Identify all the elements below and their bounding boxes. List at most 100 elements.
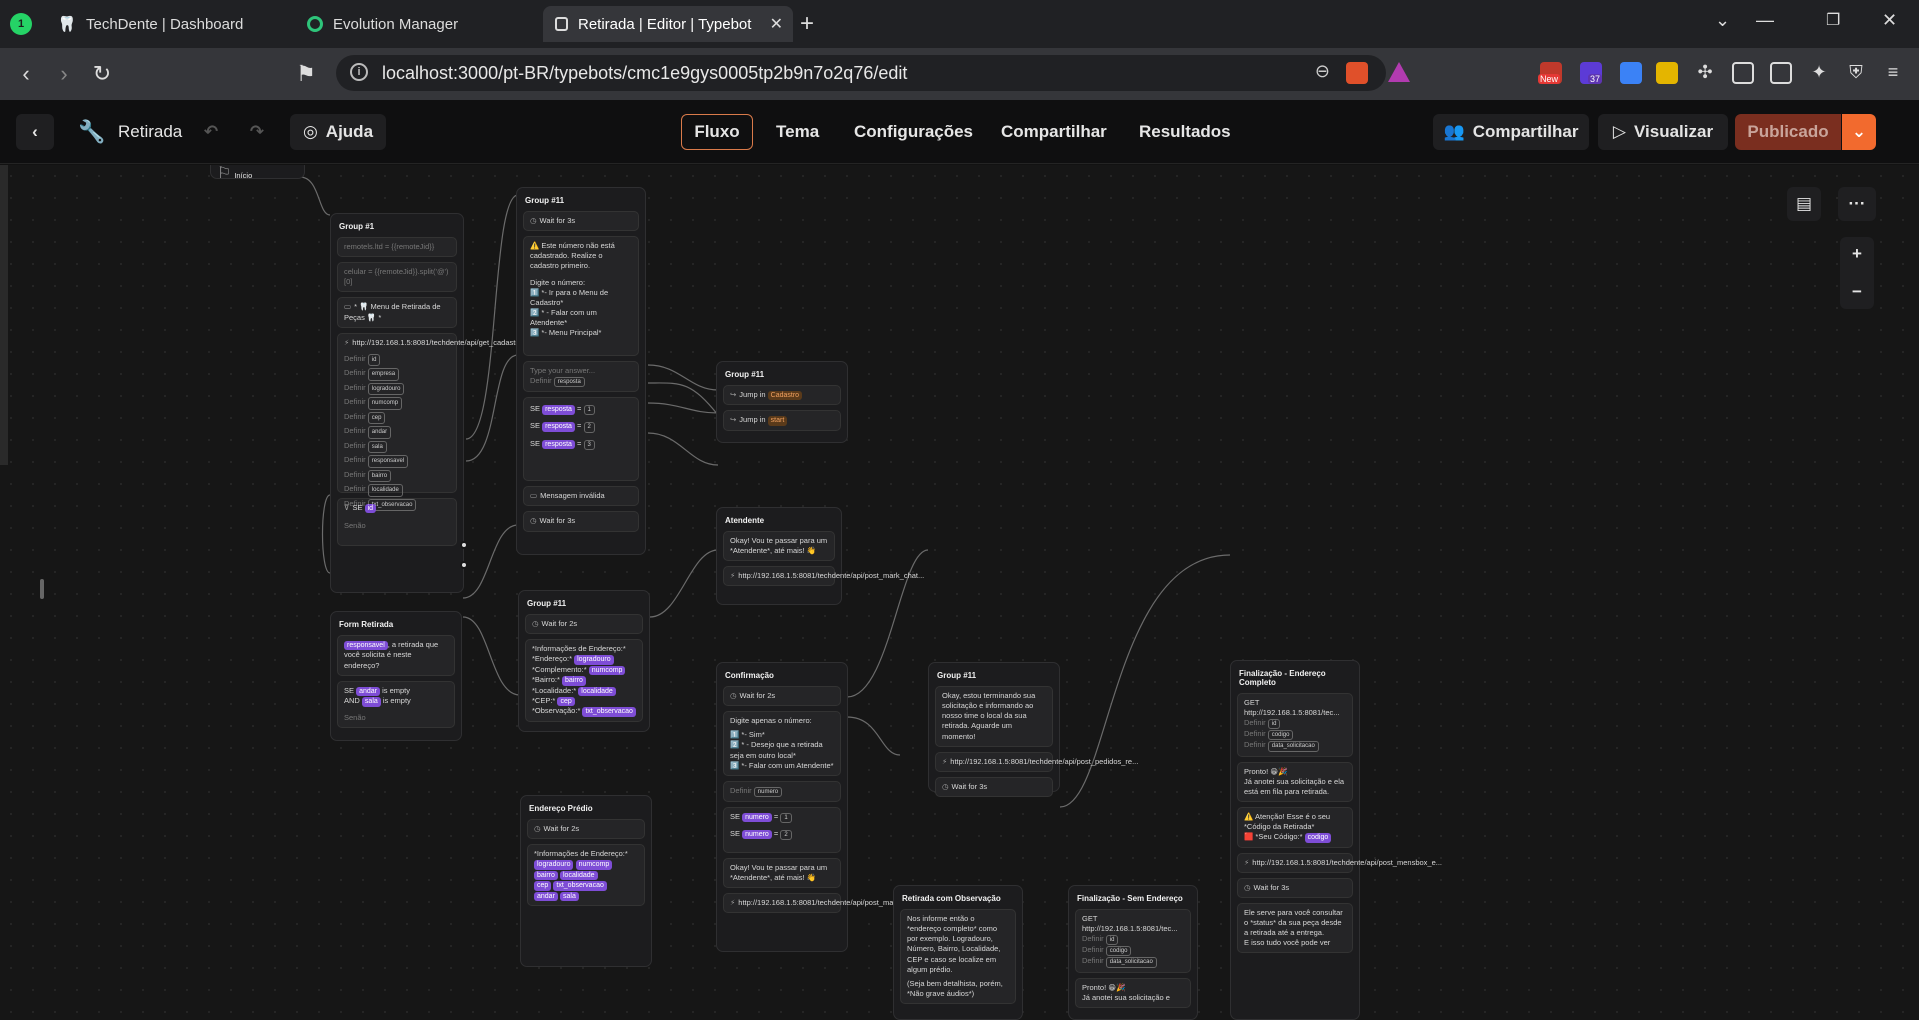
wait-block[interactable]: ◷ Wait for 3s [1237,877,1353,898]
text-bubble-block[interactable]: *Informações de Endereço:* *Endereço:* l… [525,639,643,722]
vpn-icon[interactable]: ⛨ [1845,62,1867,84]
preview-button[interactable]: ▷ Visualizar [1598,114,1728,150]
extension-new-icon[interactable]: New [1538,62,1562,84]
extensions-puzzle-icon[interactable]: ✣ [1694,62,1716,84]
zoom-icon[interactable]: ⊖ [1315,61,1330,82]
restore-icon[interactable]: ❐ [1826,10,1840,30]
flow-canvas[interactable]: ⚐ Início Group #1 remotels.ltd = {{remote… [0,165,1919,1020]
wallet-icon[interactable] [1770,62,1792,84]
forward-icon[interactable]: › [50,60,78,88]
new-tab-icon[interactable]: + [800,10,814,38]
text-bubble-block[interactable]: ⚠️ Atenção! Esse é o seu *Código da Reti… [1237,806,1353,848]
document-icon[interactable]: ▤ [1787,187,1821,221]
undo-icon[interactable]: ↶ [194,114,228,150]
wait-block[interactable]: ◷ Wait for 2s [527,819,645,840]
bookmark-icon[interactable]: ⚑ [292,60,320,88]
leo-ai-icon[interactable]: ✦ [1808,62,1830,84]
group-finalizacao-completo[interactable]: Finalização - Endereço Completo GET http… [1230,660,1442,1020]
zoom-controls[interactable]: + − [1840,237,1874,309]
reload-icon[interactable]: ↻ [88,60,116,88]
tab-search-icon[interactable]: ⌄ [1715,10,1730,31]
text-bubble-block[interactable]: ▭ * 🦷 Menu de Retirada de Peças 🦷 * [337,297,457,328]
webhook-block[interactable]: ⚡ http://192.168.1.5:8081/techdente/api/p… [723,566,924,587]
group-11-finish[interactable]: Group #11 Okay, estou terminando sua sol… [928,662,1138,797]
wait-block[interactable]: ◷ Wait for 3s [935,776,1053,797]
jump-block[interactable]: ↪ Jump in start [723,410,841,431]
publish-button[interactable]: Publicado [1735,114,1841,150]
group-confirmacao[interactable]: Confirmação ◷ Wait for 2s Digite apenas o… [716,662,924,952]
zoom-in-icon[interactable]: + [1852,244,1862,264]
webhook-block[interactable]: ⚡ http://192.168.1.5:8081/techdente/api/g… [337,332,539,512]
wait-block[interactable]: ◷ Wait for 3s [523,511,639,532]
set-variable-block[interactable]: celular = {{remoteJid}}.split('@')[0] [337,262,457,293]
back-button[interactable]: ‹ [16,114,54,150]
text-bubble-block[interactable]: Okay! Vou te passar para um *Atendente*,… [723,857,841,889]
brave-rewards-icon[interactable] [1388,62,1410,82]
group-endereco-predio[interactable]: Endereço Prédio ◷ Wait for 2s *Informaçõe… [520,795,652,967]
tab-evolution[interactable]: Evolution Manager [295,6,540,42]
group-retirada-observacao[interactable]: Retirada com Observação Nos informe entã… [893,885,1023,1020]
start-node[interactable]: ⚐ Início [210,165,305,182]
group-1[interactable]: Group #1 remotels.ltd = {{remoteJid}} ce… [330,213,539,593]
group-11-info[interactable]: Group #11 ◷ Wait for 2s *Informações de E… [518,590,650,732]
extension-docs-icon[interactable] [1620,62,1642,84]
whatsapp-profile-icon[interactable]: 1 [10,13,32,35]
text-bubble-block[interactable]: responsavel, a retirada que você solicit… [337,635,455,676]
site-info-icon[interactable]: i [350,63,368,81]
text-bubble-block[interactable]: Nos informe então o *endereço completo* … [900,909,1016,1004]
text-input-block[interactable]: Type your answer... Definir resposta [523,361,639,393]
tab-resultados[interactable]: Resultados [1139,122,1231,142]
group-11-cadastro[interactable]: Group #11 ◷ Wait for 3s ⚠️ Este número nã… [516,187,646,555]
menu-icon[interactable]: ≡ [1882,62,1904,84]
condition-block[interactable]: SE numero = 1 SE numero = 2 [723,806,841,853]
text-bubble-block[interactable]: Pronto! 😁🎉 Já anotei sua solicitação e el… [1237,761,1353,802]
resize-handle[interactable] [40,579,44,599]
tab-fluxo[interactable]: Fluxo [681,114,753,150]
output-port[interactable] [460,541,468,549]
set-variable-block[interactable]: remotels.ltd = {{remoteJid}} [337,237,457,258]
extension-yellow-icon[interactable] [1656,62,1678,84]
bot-name[interactable]: Retirada [118,122,182,142]
text-bubble-block[interactable]: ▭ Mensagem inválida [523,486,639,507]
close-tab-icon[interactable]: ✕ [770,14,783,34]
text-bubble-block[interactable]: Pronto! 😁🎉 Já anotei sua solicitação e [1075,977,1191,1008]
tab-compartilhar[interactable]: Compartilhar [1001,122,1107,142]
help-button[interactable]: ◎ Ajuda [290,114,386,150]
tab-typebot[interactable]: Retirada | Editor | Typebot ✕ [543,6,793,42]
webhook-block[interactable]: ⚡ http://192.168.1.5:8081/techdente/api/p… [935,751,1138,772]
tab-techdente[interactable]: 🦷 TechDente | Dashboard [46,6,291,42]
wait-block[interactable]: ◷ Wait for 2s [525,614,643,635]
redo-icon[interactable]: ↷ [240,114,274,150]
tab-tema[interactable]: Tema [776,122,819,142]
text-bubble-block[interactable]: Ele serve para você consultar o *status*… [1237,902,1353,954]
webhook-block[interactable]: ⚡ http://192.168.1.5:8081/techdente/api/p… [723,893,924,914]
back-icon[interactable]: ‹ [12,60,40,88]
jump-block[interactable]: ↪ Jump in Cadastro [723,385,841,406]
group-sem-endereco[interactable]: Finalização - Sem Endereço GET http://19… [1068,885,1198,1020]
text-bubble-block[interactable]: Okay, estou terminando sua solicitação e… [935,686,1053,747]
output-port[interactable] [460,561,468,569]
zoom-out-icon[interactable]: − [1852,282,1862,302]
text-bubble-block[interactable]: ⚠️ Este número não está cadastrado. Real… [523,236,639,357]
tab-configuracoes[interactable]: Configurações [854,122,973,142]
group-11-jumps[interactable]: Group #11 ↪ Jump in Cadastro ↪ Jump in sta… [716,361,848,443]
publish-dropdown-icon[interactable]: ⌄ [1842,114,1876,150]
condition-block[interactable]: SE andar is empty AND sala is empty Senã… [337,680,455,728]
url-field[interactable]: i localhost:3000/pt-BR/typebots/cmc1e9gy… [336,55,1386,91]
more-icon[interactable]: ··· [1838,187,1876,221]
extension-count-icon[interactable]: 37 [1580,62,1603,84]
condition-block[interactable]: SE resposta = 1 SE resposta = 2 SE respo… [523,397,639,482]
webhook-block[interactable]: ⚡ http://192.168.1.5:8081/techdente/api/p… [1237,852,1442,873]
sidebar-icon[interactable] [1732,62,1754,84]
http-block[interactable]: GET http://192.168.1.5:8081/tec... Defin… [1237,693,1353,757]
wait-block[interactable]: ◷ Wait for 3s [523,211,639,232]
minimize-icon[interactable]: — [1756,10,1774,31]
text-bubble-block[interactable]: Digite apenas o número: 1️⃣ *- Sim* 2️⃣ … [723,711,841,776]
close-window-icon[interactable]: ✕ [1882,10,1897,31]
wait-block[interactable]: ◷ Wait for 2s [723,686,841,707]
group-atendente[interactable]: Atendente Okay! Vou te passar para um *A… [716,507,924,605]
brave-shield-icon[interactable] [1346,62,1368,84]
http-block[interactable]: GET http://192.168.1.5:8081/tec... Defin… [1075,909,1191,973]
number-input-block[interactable]: Definir numero [723,780,841,802]
text-bubble-block[interactable]: *Informações de Endereço:* logradouro nu… [527,844,645,906]
